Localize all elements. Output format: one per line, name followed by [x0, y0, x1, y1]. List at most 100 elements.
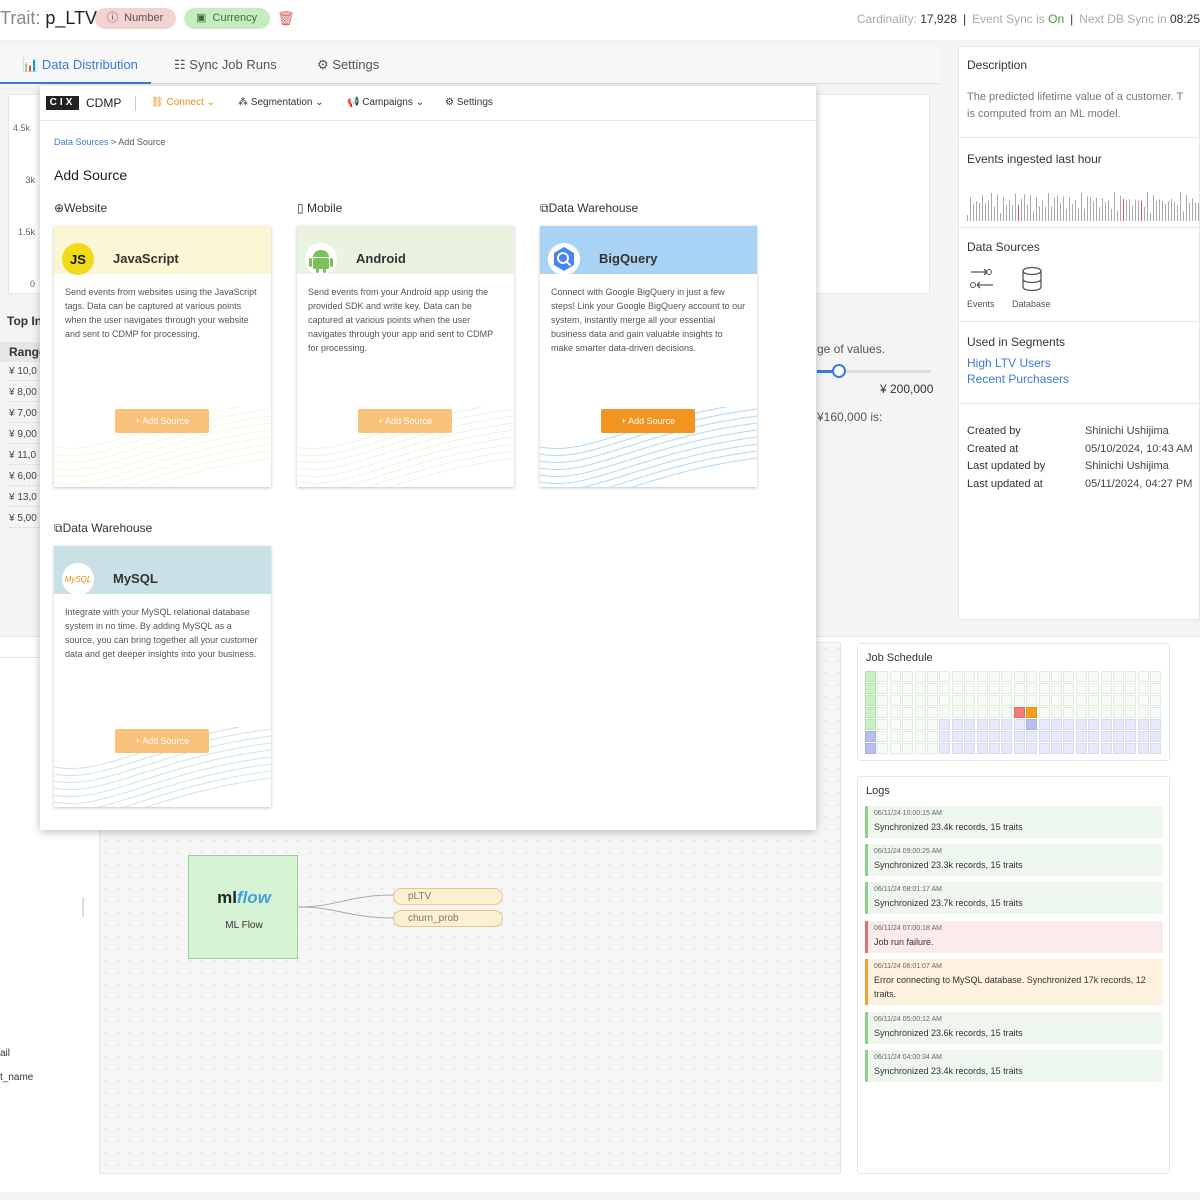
schedule-cell[interactable]	[1150, 731, 1162, 742]
schedule-cell[interactable]	[1013, 719, 1025, 730]
schedule-cell[interactable]	[1013, 671, 1025, 682]
nav-settings[interactable]: ⚙ Settings	[445, 97, 493, 108]
schedule-cell[interactable]	[877, 695, 889, 706]
schedule-cell[interactable]	[1051, 743, 1062, 754]
schedule-cell[interactable]	[1075, 695, 1087, 706]
schedule-cell[interactable]	[951, 671, 963, 682]
schedule-cell[interactable]	[976, 683, 988, 694]
schedule-cell[interactable]	[1075, 719, 1087, 730]
schedule-cell[interactable]	[976, 707, 988, 718]
schedule-cell[interactable]	[976, 743, 988, 754]
schedule-cell[interactable]	[1051, 707, 1062, 718]
schedule-cell[interactable]	[865, 719, 876, 730]
schedule-cell[interactable]	[927, 695, 938, 706]
nav-campaigns[interactable]: 📢 Campaigns ⌄	[347, 97, 424, 108]
schedule-cell[interactable]	[1038, 707, 1050, 718]
nav-connect[interactable]: ⛓ Connect ⌄	[151, 97, 215, 108]
schedule-cell[interactable]	[1026, 683, 1038, 694]
schedule-cell[interactable]	[877, 719, 889, 730]
tab-settings[interactable]: ⚙ Settings	[317, 46, 379, 84]
schedule-cell[interactable]	[989, 719, 1000, 730]
schedule-cell[interactable]	[1063, 695, 1075, 706]
schedule-cell[interactable]	[1088, 719, 1100, 730]
schedule-cell[interactable]	[1100, 683, 1112, 694]
range-slider-handle[interactable]	[832, 364, 846, 378]
schedule-cell[interactable]	[1088, 683, 1100, 694]
schedule-cell[interactable]	[914, 695, 926, 706]
schedule-cell[interactable]	[964, 683, 976, 694]
schedule-cell[interactable]	[1063, 683, 1075, 694]
schedule-cell[interactable]	[902, 719, 914, 730]
schedule-cell[interactable]	[1125, 707, 1137, 718]
schedule-cell[interactable]	[1051, 695, 1062, 706]
tab-data-distribution[interactable]: 📊 Data Distribution	[0, 46, 151, 84]
schedule-cell[interactable]	[1001, 707, 1013, 718]
events-source-icon[interactable]	[968, 266, 996, 292]
schedule-cell[interactable]	[989, 707, 1000, 718]
schedule-cell[interactable]	[1150, 695, 1162, 706]
source-card-javascript[interactable]: JS JavaScript Send events from websites …	[54, 226, 271, 487]
schedule-cell[interactable]	[989, 695, 1000, 706]
schedule-cell[interactable]	[1075, 707, 1087, 718]
schedule-cell[interactable]	[889, 671, 901, 682]
schedule-cell[interactable]	[1075, 671, 1087, 682]
schedule-cell[interactable]	[1150, 683, 1162, 694]
schedule-cell[interactable]	[1026, 707, 1038, 718]
schedule-cell[interactable]	[1051, 719, 1062, 730]
schedule-cell[interactable]	[1137, 719, 1149, 730]
database-source-icon[interactable]	[1021, 266, 1043, 292]
schedule-cell[interactable]	[902, 707, 914, 718]
schedule-cell[interactable]	[1113, 731, 1124, 742]
schedule-cell[interactable]	[1113, 743, 1124, 754]
schedule-cell[interactable]	[889, 683, 901, 694]
currency-type-pill[interactable]: ▣ Currency	[184, 8, 270, 29]
schedule-cell[interactable]	[1013, 683, 1025, 694]
schedule-cell[interactable]	[939, 671, 951, 682]
schedule-cell[interactable]	[1001, 719, 1013, 730]
schedule-cell[interactable]	[951, 683, 963, 694]
schedule-cell[interactable]	[1100, 707, 1112, 718]
schedule-cell[interactable]	[889, 707, 901, 718]
schedule-cell[interactable]	[1001, 695, 1013, 706]
schedule-cell[interactable]	[1026, 731, 1038, 742]
schedule-cell[interactable]	[1038, 695, 1050, 706]
schedule-cell[interactable]	[964, 743, 976, 754]
schedule-cell[interactable]	[1075, 731, 1087, 742]
schedule-cell[interactable]	[1100, 695, 1112, 706]
schedule-cell[interactable]	[1026, 671, 1038, 682]
schedule-cell[interactable]	[902, 731, 914, 742]
schedule-cell[interactable]	[976, 731, 988, 742]
schedule-cell[interactable]	[951, 707, 963, 718]
resize-handle[interactable]	[82, 897, 84, 917]
schedule-cell[interactable]	[1100, 671, 1112, 682]
segment-link[interactable]: High LTV Users	[967, 356, 1051, 370]
schedule-cell[interactable]	[1125, 743, 1137, 754]
schedule-cell[interactable]	[902, 683, 914, 694]
schedule-cell[interactable]	[865, 671, 876, 682]
schedule-cell[interactable]	[964, 707, 976, 718]
tab-sync-job-runs[interactable]: ☷ Sync Job Runs	[174, 46, 277, 84]
schedule-cell[interactable]	[889, 731, 901, 742]
schedule-cell[interactable]	[927, 707, 938, 718]
schedule-cell[interactable]	[902, 695, 914, 706]
schedule-cell[interactable]	[964, 731, 976, 742]
schedule-cell[interactable]	[1125, 671, 1137, 682]
breadcrumb-data-sources[interactable]: Data Sources	[54, 137, 109, 147]
source-card-android[interactable]: Android Send events from your Android ap…	[297, 226, 514, 487]
schedule-cell[interactable]	[1051, 731, 1062, 742]
segment-link[interactable]: Recent Purchasers	[967, 372, 1069, 386]
schedule-cell[interactable]	[1063, 743, 1075, 754]
schedule-cell[interactable]	[989, 683, 1000, 694]
schedule-cell[interactable]	[1113, 719, 1124, 730]
schedule-cell[interactable]	[1100, 743, 1112, 754]
schedule-cell[interactable]	[1038, 719, 1050, 730]
schedule-cell[interactable]	[914, 731, 926, 742]
schedule-cell[interactable]	[865, 731, 876, 742]
schedule-cell[interactable]	[1150, 743, 1162, 754]
add-source-button[interactable]: + Add Source	[115, 729, 209, 753]
schedule-cell[interactable]	[1125, 731, 1137, 742]
schedule-cell[interactable]	[927, 743, 938, 754]
schedule-cell[interactable]	[1150, 707, 1162, 718]
schedule-cell[interactable]	[865, 695, 876, 706]
schedule-cell[interactable]	[889, 743, 901, 754]
